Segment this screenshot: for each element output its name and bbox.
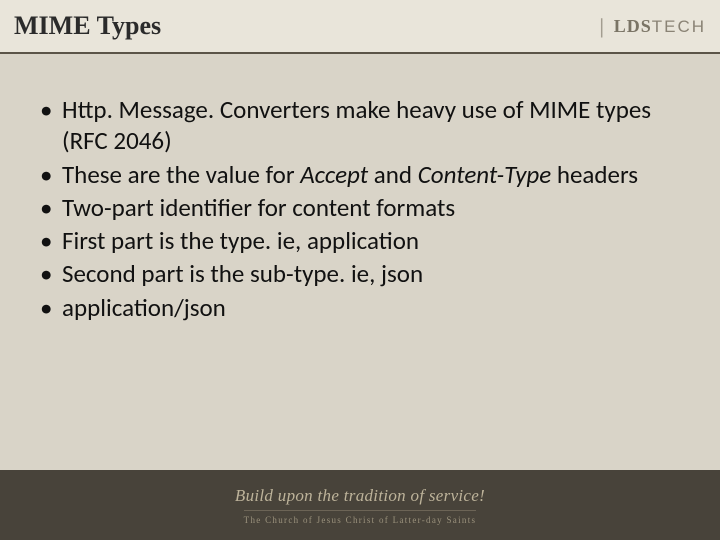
list-item: Two-part identifier for content formats [38, 192, 690, 223]
brand-divider: | [597, 13, 608, 40]
slide: MIME Types | LDSTECH Http. Message. Conv… [0, 0, 720, 540]
list-item: These are the value for Accept and Conte… [38, 159, 690, 190]
slide-title: MIME Types [14, 11, 161, 41]
title-bar: MIME Types | LDSTECH [0, 0, 720, 54]
slide-footer: Build upon the tradition of service! The… [0, 470, 720, 540]
list-item: First part is the type. ie, application [38, 225, 690, 256]
list-item: Second part is the sub-type. ie, json [38, 258, 690, 289]
brand-lds: LDS [614, 16, 652, 36]
list-item: application/json [38, 292, 690, 323]
list-item: Http. Message. Converters make heavy use… [38, 94, 690, 157]
footer-tagline: Build upon the tradition of service! [235, 486, 485, 506]
bullet-list: Http. Message. Converters make heavy use… [38, 94, 690, 323]
brand-tech: TECH [652, 17, 706, 36]
brand-logo: | LDSTECH [597, 13, 706, 40]
slide-content: Http. Message. Converters make heavy use… [0, 54, 720, 470]
footer-org: The Church of Jesus Christ of Latter-day… [244, 510, 477, 525]
